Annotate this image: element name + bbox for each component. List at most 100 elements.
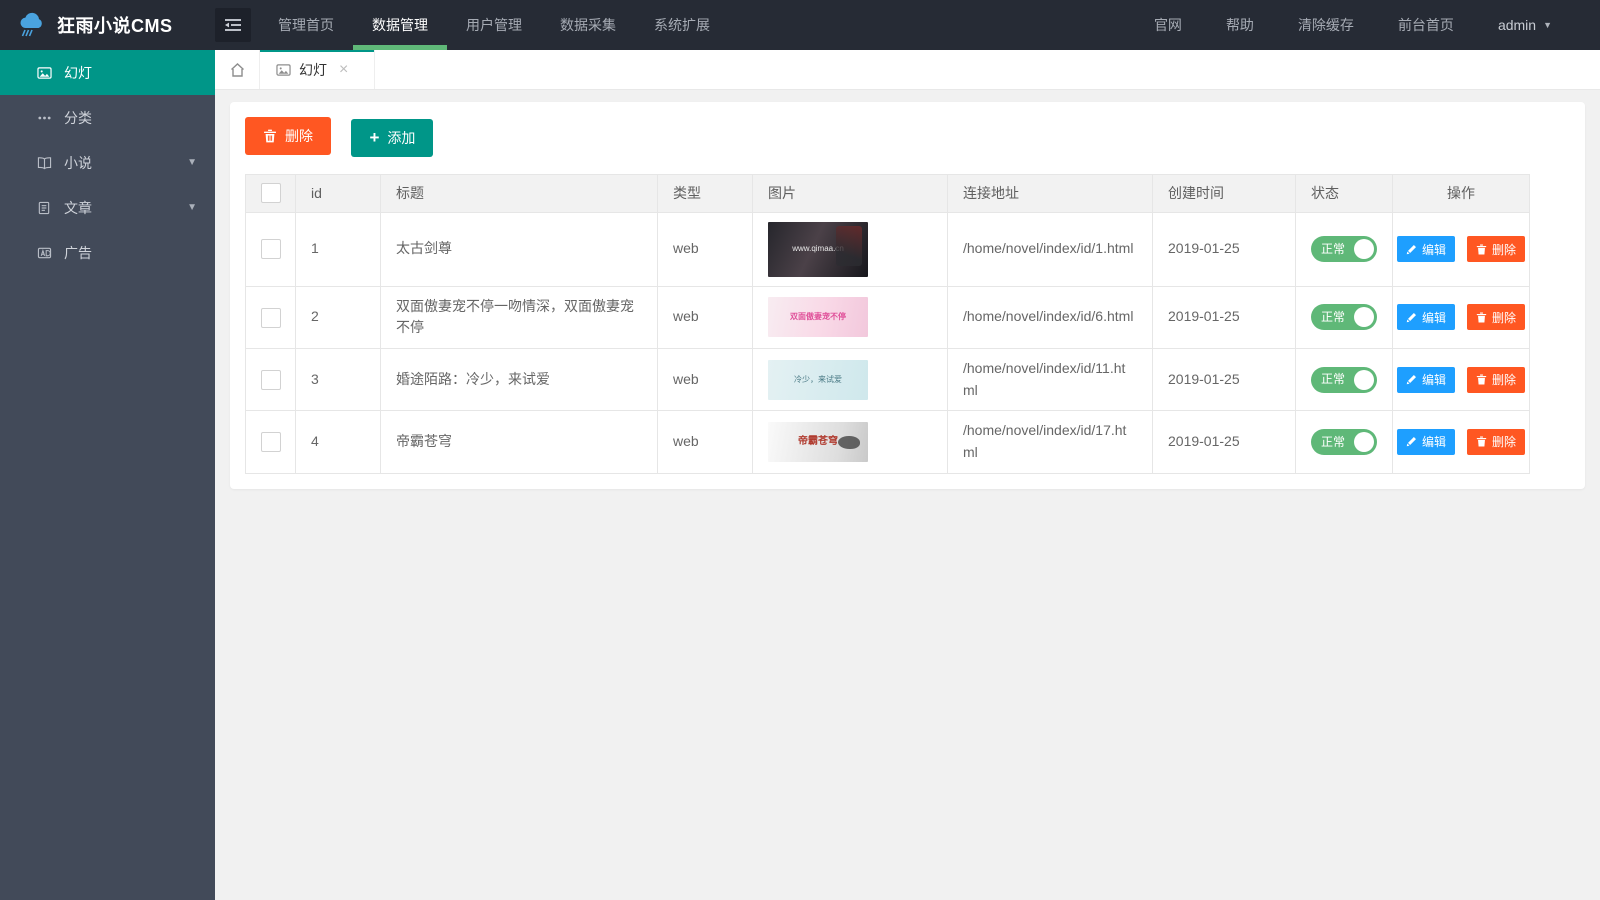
sidebar-item-幻灯[interactable]: 幻灯 (0, 50, 215, 95)
sidebar-toggle-icon[interactable] (215, 8, 251, 42)
cell-image: www.qimaa.cn (753, 212, 948, 286)
col-title: 标题 (381, 174, 658, 212)
trash-icon (1476, 374, 1487, 385)
delete-button-label: 删除 (285, 126, 313, 146)
cell-created: 2019-01-25 (1153, 286, 1296, 348)
nav-item-2[interactable]: 数据管理 (353, 0, 447, 50)
sidebar-item-广告[interactable]: 广告 (0, 230, 215, 275)
sidebar: 幻灯分类小说▼ 文章 ▼ 广告 (0, 50, 215, 900)
toggle-knob (1354, 370, 1374, 390)
status-toggle[interactable]: 正常 (1311, 236, 1377, 262)
add-button[interactable]: + 添加 (351, 119, 433, 157)
sidebar-item-文章[interactable]: 文章 ▼ (0, 185, 215, 230)
delete-button[interactable]: 删除 (1467, 367, 1525, 393)
picture-icon (276, 63, 291, 77)
pencil-icon (1406, 312, 1417, 323)
cell-url: /home/novel/index/id/17.html (948, 411, 1153, 473)
cell-created: 2019-01-25 (1153, 348, 1296, 410)
tab-slides[interactable]: 幻灯 × (260, 50, 375, 89)
home-icon (229, 62, 246, 78)
utility-item-1[interactable]: 官网 (1132, 0, 1204, 50)
cloud-rain-icon (18, 11, 48, 39)
utility-item-4[interactable]: 前台首页 (1376, 0, 1476, 50)
cell-url: /home/novel/index/id/6.html (948, 286, 1153, 348)
plus-icon: + (369, 129, 379, 146)
cell-type: web (658, 286, 753, 348)
cell-title: 婚途陌路：冷少，来试爱 (381, 348, 658, 410)
table-header-row: id 标题 类型 图片 连接地址 创建时间 状态 操作 (246, 174, 1530, 212)
chevron-down-icon: ▼ (1543, 20, 1552, 30)
delete-button[interactable]: 删除 (1467, 304, 1525, 330)
cell-id: 3 (296, 348, 381, 410)
cell-id: 2 (296, 286, 381, 348)
table-row: 4 帝霸苍穹 web 帝霸苍穹 /home/novel/index/id/17.… (246, 411, 1530, 473)
status-toggle[interactable]: 正常 (1311, 367, 1377, 393)
home-tab[interactable] (215, 50, 260, 89)
utility-nav: 官网帮助清除缓存前台首页 admin ▼ (1132, 0, 1600, 50)
sidebar-item-label: 广告 (64, 243, 92, 263)
tab-label: 幻灯 (299, 60, 327, 80)
add-button-label: 添加 (387, 128, 415, 148)
col-type: 类型 (658, 174, 753, 212)
row-checkbox[interactable] (261, 308, 281, 328)
pencil-icon (1406, 436, 1417, 447)
cell-id: 4 (296, 411, 381, 473)
status-label: 正常 (1321, 308, 1345, 327)
edit-button[interactable]: 编辑 (1397, 429, 1455, 455)
status-label: 正常 (1321, 370, 1345, 389)
row-checkbox[interactable] (261, 370, 281, 390)
sidebar-item-label: 小说 (64, 153, 92, 173)
col-url: 连接地址 (948, 174, 1153, 212)
cell-url: /home/novel/index/id/1.html (948, 212, 1153, 286)
nav-item-5[interactable]: 系统扩展 (635, 0, 729, 50)
select-all-checkbox[interactable] (261, 183, 281, 203)
slide-banner-image: 双面傲妻宠不停 (768, 297, 868, 337)
content-card: 删除 + 添加 id 标题 类型 图片 连接地址 创建时间 (230, 102, 1585, 489)
delete-button[interactable]: 删除 (1467, 236, 1525, 262)
nav-item-4[interactable]: 数据采集 (541, 0, 635, 50)
col-image: 图片 (753, 174, 948, 212)
picture-icon (36, 65, 52, 81)
cell-url: /home/novel/index/id/11.html (948, 348, 1153, 410)
delete-selected-button[interactable]: 删除 (245, 117, 331, 155)
cell-image: 冷少，来试爱 (753, 348, 948, 410)
edit-button[interactable]: 编辑 (1397, 367, 1455, 393)
cell-type: web (658, 212, 753, 286)
nav-item-3[interactable]: 用户管理 (447, 0, 541, 50)
cell-image: 帝霸苍穹 (753, 411, 948, 473)
cell-image: 双面傲妻宠不停 (753, 286, 948, 348)
trash-icon (1476, 312, 1487, 323)
trash-icon (1476, 244, 1487, 255)
utility-item-2[interactable]: 帮助 (1204, 0, 1276, 50)
sidebar-item-label: 文章 (64, 198, 92, 218)
delete-button[interactable]: 删除 (1467, 429, 1525, 455)
cell-created: 2019-01-25 (1153, 212, 1296, 286)
slide-banner-image: 帝霸苍穹 (768, 422, 868, 462)
sidebar-item-分类[interactable]: 分类 (0, 95, 215, 140)
status-toggle[interactable]: 正常 (1311, 304, 1377, 330)
cell-type: web (658, 348, 753, 410)
top-navbar: 狂雨小说CMS 管理首页数据管理用户管理数据采集系统扩展 官网帮助清除缓存前台首… (0, 0, 1600, 50)
ad-icon (36, 245, 52, 261)
row-checkbox[interactable] (261, 239, 281, 259)
status-toggle[interactable]: 正常 (1311, 429, 1377, 455)
main-nav: 管理首页数据管理用户管理数据采集系统扩展 (259, 0, 729, 50)
sidebar-item-小说[interactable]: 小说▼ (0, 140, 215, 185)
toggle-knob (1354, 239, 1374, 259)
col-id: id (296, 174, 381, 212)
edit-button[interactable]: 编辑 (1397, 236, 1455, 262)
edit-button[interactable]: 编辑 (1397, 304, 1455, 330)
toggle-knob (1354, 307, 1374, 327)
app-title: 狂雨小说CMS (57, 12, 173, 38)
user-menu[interactable]: admin ▼ (1476, 0, 1574, 50)
nav-item-1[interactable]: 管理首页 (259, 0, 353, 50)
slide-banner-image: 冷少，来试爱 (768, 360, 868, 400)
close-icon[interactable]: × (339, 62, 348, 78)
cell-title: 太古剑尊 (381, 212, 658, 286)
cell-id: 1 (296, 212, 381, 286)
ellipsis-icon (36, 110, 52, 126)
row-checkbox[interactable] (261, 432, 281, 452)
utility-item-3[interactable]: 清除缓存 (1276, 0, 1376, 50)
chevron-down-icon: ▼ (187, 202, 197, 213)
table-row: 3 婚途陌路：冷少，来试爱 web 冷少，来试爱 /home/novel/ind… (246, 348, 1530, 410)
